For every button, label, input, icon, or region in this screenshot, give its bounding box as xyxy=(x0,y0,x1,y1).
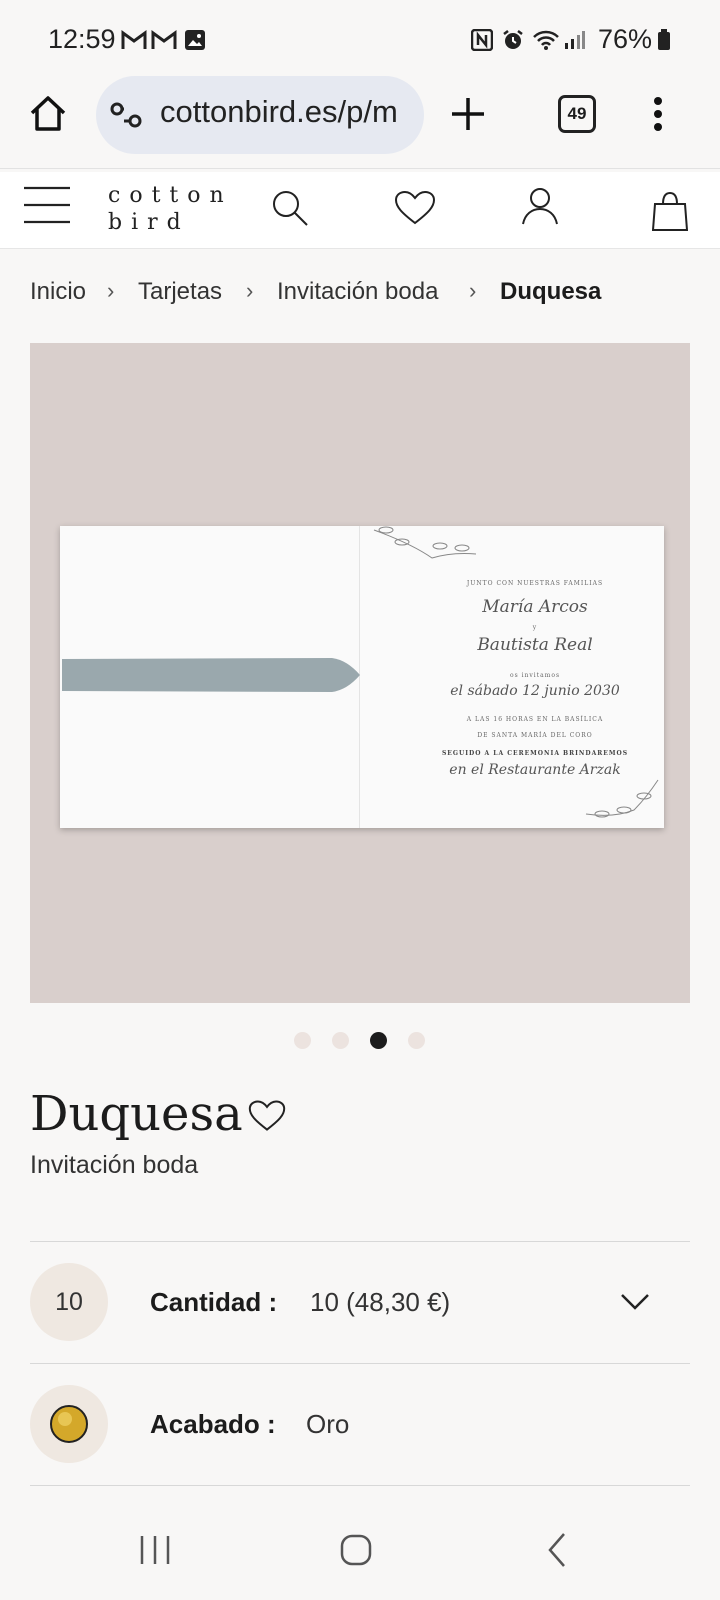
quantity-value[interactable]: 10 (48,30 €) xyxy=(310,1287,450,1318)
carousel-dot[interactable] xyxy=(332,1032,349,1049)
breadcrumb-current: Duquesa xyxy=(500,278,602,305)
quantity-badge-value: 10 xyxy=(55,1287,83,1316)
invitation-text: os invitamos xyxy=(509,672,561,679)
finish-selector[interactable] xyxy=(30,1366,690,1482)
divider xyxy=(30,1241,690,1242)
status-time: 12:59 xyxy=(48,24,116,54)
invitation-name: Bautista Real xyxy=(477,635,593,655)
carousel-dot-active[interactable] xyxy=(370,1032,387,1049)
breadcrumb-item-inicio[interactable]: Inicio xyxy=(30,278,86,306)
ribbon-decoration xyxy=(62,658,360,692)
wifi-icon xyxy=(532,27,560,53)
signal-icon xyxy=(562,27,586,53)
breadcrumb-separator: › xyxy=(107,278,115,303)
quantity-label: Cantidad : xyxy=(150,1287,278,1317)
nfc-icon xyxy=(470,27,494,53)
breadcrumb-item-invitacion-boda[interactable]: Invitación boda xyxy=(277,278,438,306)
home-icon[interactable] xyxy=(26,92,70,136)
gmail-icon xyxy=(150,27,178,53)
invitation-date: el sábado 12 junio 2030 xyxy=(450,683,620,699)
invitation-venue: en el Restaurante Arzak xyxy=(449,762,621,778)
wishlist-heart-icon[interactable] xyxy=(394,190,436,226)
url-text[interactable]: cottonbird.es/p/m xyxy=(160,94,410,130)
search-icon[interactable] xyxy=(270,188,310,228)
new-tab-icon[interactable] xyxy=(450,96,486,132)
finish-badge xyxy=(30,1385,108,1463)
divider xyxy=(30,1485,690,1486)
battery-icon xyxy=(656,27,672,53)
carousel-dot[interactable] xyxy=(294,1032,311,1049)
battery-percentage: 76% xyxy=(598,24,653,54)
account-icon[interactable] xyxy=(520,186,560,228)
gmail-icon xyxy=(120,27,148,53)
invitation-text: DE SANTA MARÍA DEL CORO xyxy=(477,732,593,739)
alarm-icon xyxy=(500,27,526,53)
invitation-text: y xyxy=(532,624,538,631)
invitation-text: A LAS 16 HORAS EN LA BASÍLICA xyxy=(466,716,604,723)
invitation-text: JUNTO CON NUESTRAS FAMILIAS xyxy=(466,580,604,587)
carousel-dot[interactable] xyxy=(408,1032,425,1049)
site-logo-top[interactable]: cotton xyxy=(108,183,233,208)
finish-value[interactable]: Oro xyxy=(306,1409,349,1440)
product-title: Duquesa xyxy=(30,1086,243,1142)
invitation-name: María Arcos xyxy=(482,597,588,617)
site-logo-bottom[interactable]: bird xyxy=(108,210,190,235)
shopping-bag-icon[interactable] xyxy=(651,190,689,232)
menu-icon[interactable] xyxy=(24,186,70,224)
chevron-down-icon[interactable] xyxy=(620,1292,650,1312)
quantity-badge: 10 xyxy=(30,1263,108,1341)
more-menu-icon[interactable] xyxy=(652,96,664,132)
favorite-heart-icon[interactable] xyxy=(248,1099,286,1133)
home-nav-icon[interactable] xyxy=(340,1534,372,1566)
breadcrumb-item-tarjetas[interactable]: Tarjetas xyxy=(138,278,222,306)
site-settings-icon[interactable] xyxy=(110,100,144,130)
leaf-decoration-icon xyxy=(373,526,477,559)
breadcrumb-separator: › xyxy=(246,278,254,303)
divider xyxy=(30,1363,690,1364)
gold-swatch-icon xyxy=(50,1405,88,1443)
leaf-decoration-icon xyxy=(585,779,659,818)
invitation-text: SEGUIDO A LA CEREMONIA BRINDAREMOS xyxy=(441,750,629,757)
back-nav-icon[interactable] xyxy=(546,1532,568,1568)
product-subtitle: Invitación boda xyxy=(30,1151,199,1179)
finish-label: Acabado : xyxy=(150,1409,276,1439)
gallery-icon xyxy=(183,27,207,53)
breadcrumb-separator: › xyxy=(469,278,477,303)
tab-switcher-button[interactable]: 49 xyxy=(558,95,596,133)
recent-apps-icon[interactable] xyxy=(138,1534,172,1566)
